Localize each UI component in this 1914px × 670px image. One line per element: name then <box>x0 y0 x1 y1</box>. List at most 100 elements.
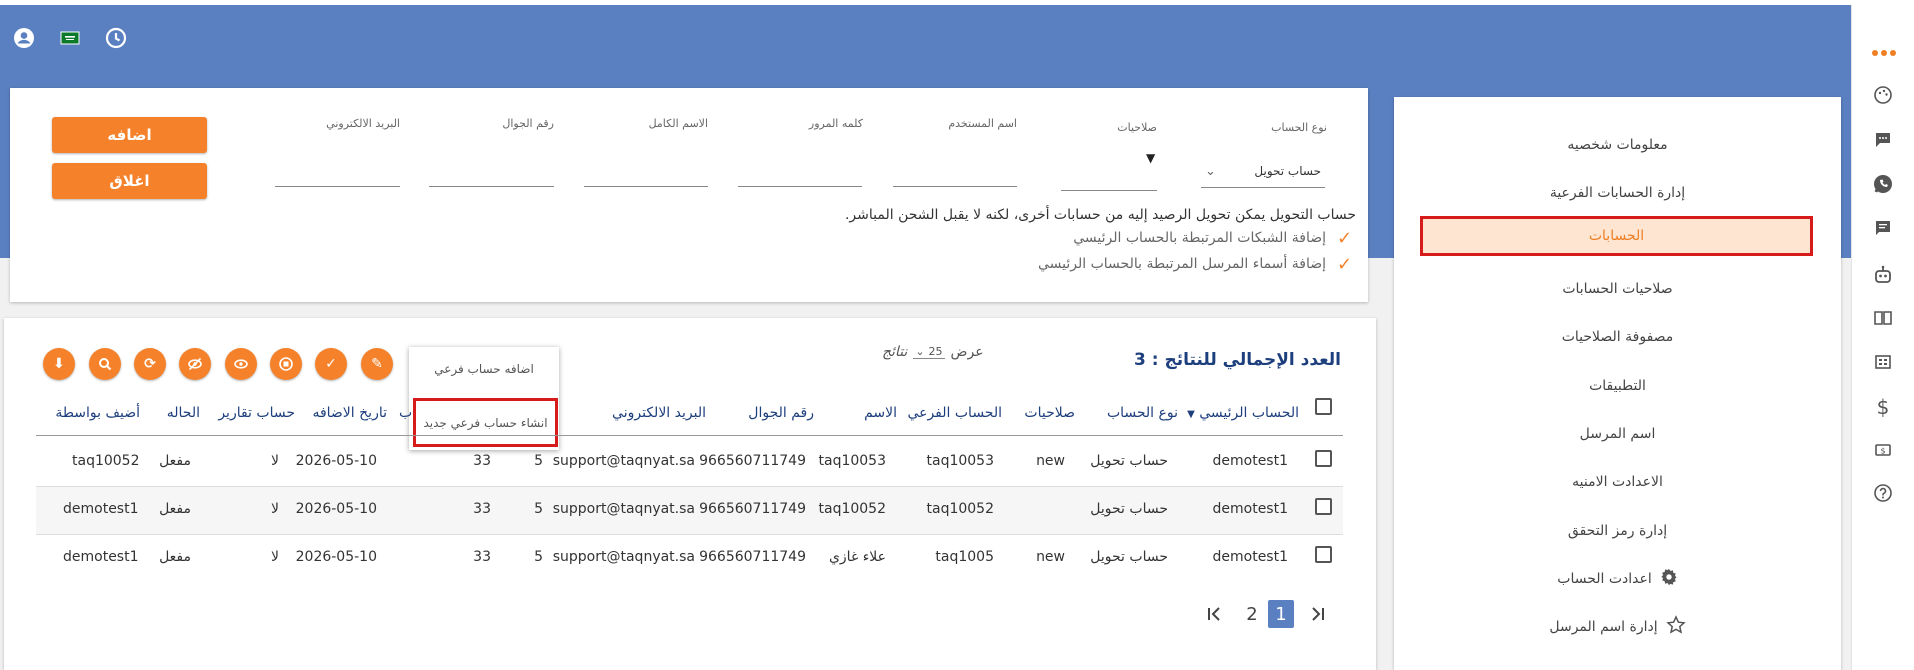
mobile-input[interactable] <box>429 186 554 187</box>
menu-item-add-sub-account[interactable]: اضافه حساب فرعي <box>409 347 559 391</box>
column-header-status[interactable]: الحاله <box>167 405 200 421</box>
sidebar-item-permission-matrix[interactable]: مصفوفة الصلاحيات <box>1394 317 1841 357</box>
refresh-button[interactable]: ⟳ <box>134 348 166 380</box>
sidebar-item-accounts[interactable]: الحسابات <box>1420 216 1813 256</box>
menu-item-create-sub-account[interactable]: انشاء حساب فرعي جديد <box>413 398 558 447</box>
check-icon: ✓ <box>1337 254 1353 275</box>
message-icon[interactable] <box>1871 216 1895 240</box>
close-button[interactable]: اغلاق <box>52 163 207 199</box>
cell-name: taq10053 <box>818 453 887 469</box>
download-button[interactable]: ⬇ <box>43 348 75 380</box>
sidebar-item-sender-management[interactable]: إدارة اسم المرسل <box>1394 607 1841 647</box>
cell-email: support@taqnyat.sa <box>552 549 695 565</box>
money-icon[interactable]: $ <box>1871 438 1895 462</box>
palette-icon[interactable] <box>1871 83 1895 107</box>
chat-icon[interactable] <box>1871 128 1895 152</box>
search-button[interactable] <box>89 348 121 380</box>
hide-icon <box>188 357 202 371</box>
account-type-select[interactable]: ⌄ حساب تحويل <box>1201 155 1325 188</box>
cell-main-account: demotest1 <box>1212 549 1289 565</box>
sidebar-item-account-permissions[interactable]: صلاحيات الحسابات <box>1394 269 1841 309</box>
page-1-button[interactable]: 1 <box>1268 600 1294 628</box>
view-icon <box>234 359 248 369</box>
column-header-date[interactable]: تاريخ الاضافه <box>312 405 387 421</box>
user-circle-icon[interactable] <box>12 26 36 50</box>
cell-sub-account: taq10053 <box>926 453 995 469</box>
whatsapp-icon[interactable] <box>1871 172 1895 196</box>
first-page-icon <box>1208 607 1220 621</box>
column-header-email[interactable]: البريد الالكتروني <box>612 405 706 421</box>
star-icon <box>1665 615 1686 639</box>
cell-count-b: 33 <box>473 453 491 469</box>
password-input[interactable] <box>738 186 862 187</box>
cell-main-account: demotest1 <box>1212 453 1289 469</box>
column-header-permissions[interactable]: صلاحيات <box>1024 405 1075 421</box>
sidebar-item-sender-name[interactable]: اسم المرسل <box>1394 414 1841 454</box>
email-input[interactable] <box>275 186 400 187</box>
search-icon <box>99 358 112 371</box>
column-header-added-by[interactable]: أضيف بواسطة <box>55 405 140 421</box>
stop-button[interactable] <box>270 348 302 380</box>
row-divider <box>36 486 1343 487</box>
check-item: إضافة أسماء المرسل المرتبطة بالحساب الرئ… <box>1037 256 1326 272</box>
hide-button[interactable] <box>179 348 211 380</box>
svg-text:$: $ <box>1880 447 1885 456</box>
stop-icon <box>279 357 293 371</box>
clock-icon[interactable] <box>104 26 128 50</box>
cell-date: 2026-05-10 <box>295 453 377 469</box>
edit-button[interactable]: ✎ <box>361 348 393 380</box>
account-type-note: حساب التحويل يمكن تحويل الرصيد إليه من ح… <box>844 207 1356 223</box>
last-page-button[interactable] <box>1305 600 1331 628</box>
cell-sub-account: taq10052 <box>926 501 995 517</box>
column-header-account-type[interactable]: نوع الحساب <box>1107 405 1178 421</box>
help-icon[interactable] <box>1871 481 1895 505</box>
sidebar-item-otp[interactable]: إدارة رمز التحقق <box>1394 511 1841 551</box>
first-page-button[interactable] <box>1201 600 1227 628</box>
row-checkbox[interactable] <box>1315 450 1332 467</box>
cell-status: مفعل <box>159 453 191 469</box>
cell-reports: لا <box>271 501 279 517</box>
cell-email: support@taqnyat.sa <box>552 501 695 517</box>
dollar-icon[interactable]: $ <box>1871 395 1895 419</box>
sidebar-item-label: اعدادت الحساب <box>1557 571 1652 587</box>
account-type-value: حساب تحويل <box>1254 164 1321 178</box>
page-size-select[interactable]: 25 ⌄ <box>913 345 945 359</box>
activate-button[interactable]: ✓ <box>315 348 347 380</box>
dropdown-arrow-icon: ▼ <box>1146 151 1156 165</box>
column-header-mobile[interactable]: رقم الجوال <box>748 405 814 421</box>
column-header-name[interactable]: الاسم <box>864 405 897 421</box>
grid-icon[interactable] <box>1871 350 1895 374</box>
sidebar-item-profile[interactable]: معلومات شخصيه <box>1394 125 1841 165</box>
sidebar-item-account-settings[interactable]: اعدادت الحساب <box>1394 559 1841 599</box>
sidebar-item-sub-accounts[interactable]: إدارة الحسابات الفرعية <box>1394 173 1841 213</box>
column-header-sub-account[interactable]: الحساب الفرعي <box>907 405 1002 421</box>
username-label: اسم المستخدم <box>948 117 1017 130</box>
column-header-reports[interactable]: حساب تقارير <box>218 405 295 421</box>
page-size-control: عرض 25 ⌄ نتائج <box>882 344 984 360</box>
page-2-button[interactable]: 2 <box>1239 600 1265 628</box>
fullname-input[interactable] <box>584 186 708 187</box>
sidebar-item-security[interactable]: الاعدادت الامنيه <box>1394 462 1841 502</box>
cell-count-b: 33 <box>473 549 491 565</box>
row-checkbox[interactable] <box>1315 546 1332 563</box>
cell-name: taq10052 <box>818 501 887 517</box>
cell-added-by: demotest1 <box>63 549 139 565</box>
check-item: إضافة الشبكات المرتبطة بالحساب الرئيسي <box>1073 230 1326 246</box>
saudi-flag-icon[interactable] <box>58 26 82 50</box>
view-button[interactable] <box>225 348 257 380</box>
row-checkbox[interactable] <box>1315 498 1332 515</box>
sidebar-item-apps[interactable]: التطبيقات <box>1394 366 1841 406</box>
username-input[interactable] <box>893 186 1017 187</box>
cell-account-type: حساب تحويل <box>1090 501 1168 517</box>
cell-date: 2026-05-10 <box>295 501 377 517</box>
cell-permissions: new <box>1036 453 1065 469</box>
book-icon[interactable] <box>1871 306 1895 330</box>
select-all-checkbox[interactable] <box>1315 398 1332 415</box>
more-dots-icon[interactable] <box>1872 50 1896 56</box>
permissions-select[interactable]: ▼ <box>1061 148 1157 191</box>
sidebar-item-label: إدارة الحسابات الفرعية <box>1549 185 1686 201</box>
column-header-main-account[interactable]: الحساب الرئيسي ▼ <box>1187 405 1299 421</box>
add-button[interactable]: اضافه <box>52 117 207 153</box>
sort-arrow-icon: ▼ <box>1187 409 1195 420</box>
robot-icon[interactable] <box>1871 263 1895 287</box>
